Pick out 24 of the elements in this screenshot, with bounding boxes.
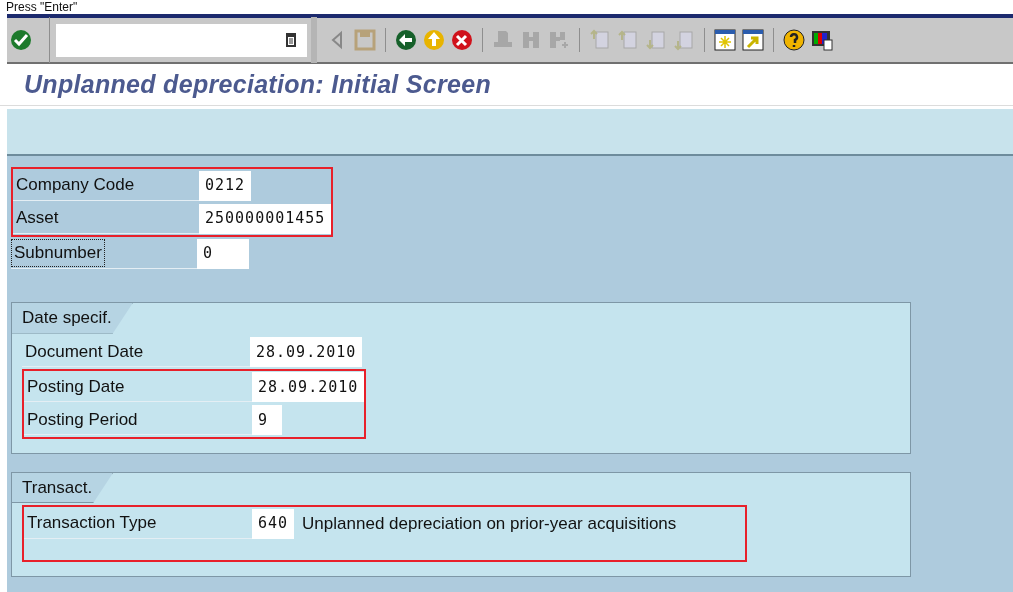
new-window-icon[interactable] <box>711 26 739 54</box>
field-label: Company Code <box>15 174 136 197</box>
help-icon[interactable] <box>780 26 808 54</box>
shortcut-window-icon[interactable] <box>739 26 767 54</box>
input-field[interactable]: 9 <box>252 405 282 435</box>
input-field[interactable]: 28.09.2010 <box>252 372 365 402</box>
field-label: Transaction Type <box>26 512 158 535</box>
input-field[interactable]: 640 <box>252 508 295 539</box>
input-field[interactable]: 28.09.2010 <box>250 337 363 367</box>
field-label: Posting Period <box>26 408 139 431</box>
input-field[interactable]: 0212 <box>199 170 252 201</box>
input-field[interactable]: 250000001455 <box>199 203 332 234</box>
input-field[interactable]: 0 <box>197 238 249 269</box>
history-list-icon[interactable] <box>285 32 297 48</box>
field-label: Asset <box>15 207 60 230</box>
group-title: Transact. <box>12 472 114 503</box>
command-field[interactable] <box>56 23 307 57</box>
field-label: Subnumber <box>11 239 105 267</box>
status-hint: Press "Enter" <box>6 0 78 14</box>
group-title: Date specif. <box>12 303 133 334</box>
screen-title: Unplanned depreciation: Initial Screen <box>24 68 492 100</box>
field-label: Document Date <box>24 340 145 363</box>
transaction-description: Unplanned depreciation on prior-year acquisitions <box>302 512 677 535</box>
field-label: Posting Date <box>26 375 126 398</box>
